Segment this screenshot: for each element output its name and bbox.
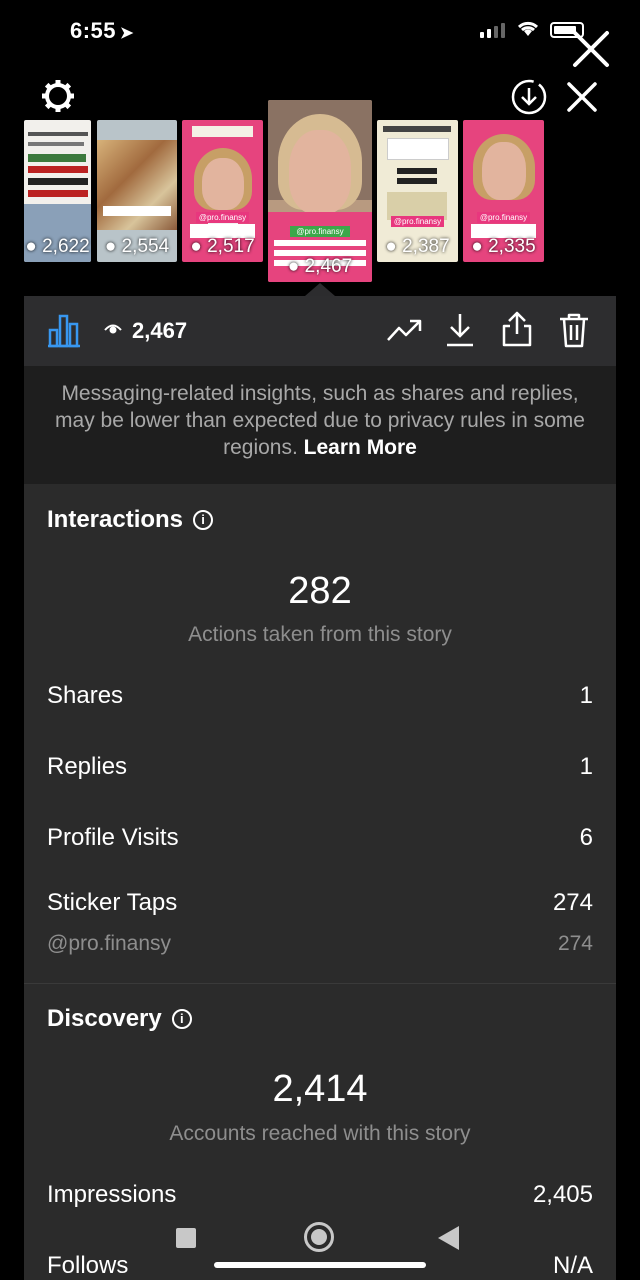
metric-row-shares: Shares 1 [47,682,593,709]
story-thumbnail[interactable]: @pro.finansy ● 2,387 [377,120,458,262]
insights-toolbar: 2,467 [24,296,616,366]
home-indicator[interactable] [214,1262,426,1268]
trending-up-icon[interactable] [386,316,422,346]
handle-label: @pro.finansy [477,212,530,223]
metric-row-sticker-taps: Sticker Taps 274 [47,889,593,916]
bar-chart-icon[interactable] [46,312,82,348]
interactions-caption: Actions taken from this story [188,623,452,646]
location-arrow-icon: ➤ [120,25,134,42]
insights-panel: 2,467 Messaging-related insights, such a… [24,296,616,1280]
wifi-icon [517,21,539,36]
section-divider [24,983,616,984]
close-icon[interactable] [572,30,610,68]
story-thumbnail[interactable]: ● 2,554 [97,120,177,262]
story-thumbnail-strip: ● 2,622 ● 2,554 @pro.finansy ● 2,517 @pr… [0,100,640,290]
privacy-notice: Messaging-related insights, such as shar… [24,366,616,484]
home-button[interactable] [304,1222,334,1252]
view-count: ● 2,387 [385,236,450,257]
interactions-total: 282 [288,570,352,612]
share-icon[interactable] [500,310,534,348]
eye-icon [104,324,122,334]
story-thumbnail[interactable]: ● 2,622 [24,120,91,262]
back-button[interactable] [438,1226,459,1250]
info-icon[interactable]: i [171,1009,192,1029]
discovery-caption: Accounts reached with this story [169,1122,471,1145]
trash-icon[interactable] [558,312,590,348]
signal-icon [480,22,505,38]
view-count: ● 2,467 [287,256,353,277]
learn-more-link[interactable]: Learn More [304,436,417,459]
system-nav-bar [0,1216,640,1280]
info-icon[interactable]: i [193,510,214,530]
view-count: ● 2,554 [104,236,170,257]
selection-pointer [305,283,335,296]
handle-label: @pro.finansy [196,212,249,223]
view-count: ● 2,335 [471,236,536,257]
download-icon[interactable] [444,312,476,348]
handle-label: @pro.finansy [391,216,444,227]
discovery-total: 2,414 [272,1068,368,1110]
story-thumbnail[interactable]: @pro.finansy ● 2,517 [182,120,263,262]
view-count: ● 2,517 [190,236,255,257]
discovery-title: Discovery i [47,1005,192,1033]
story-thumbnail-selected[interactable]: @pro.finansy ● 2,467 [268,100,372,282]
metric-row-profile-visits: Profile Visits 6 [47,824,593,851]
handle-label: @pro.finansy [290,226,350,237]
status-bar: 6:55 ➤ [0,0,640,67]
view-count: ● 2,622 [25,236,90,257]
story-thumbnail[interactable]: @pro.finansy ● 2,335 [463,120,544,262]
metric-row-impressions: Impressions 2,405 [47,1181,593,1208]
metric-row-sticker-handle: @pro.finansy 274 [47,932,593,955]
metric-row-replies: Replies 1 [47,753,593,780]
views-count: 2,467 [132,318,188,343]
interactions-title: Interactions i [47,506,214,534]
recents-button[interactable] [176,1228,196,1248]
clock: 6:55 ➤ [70,18,134,43]
